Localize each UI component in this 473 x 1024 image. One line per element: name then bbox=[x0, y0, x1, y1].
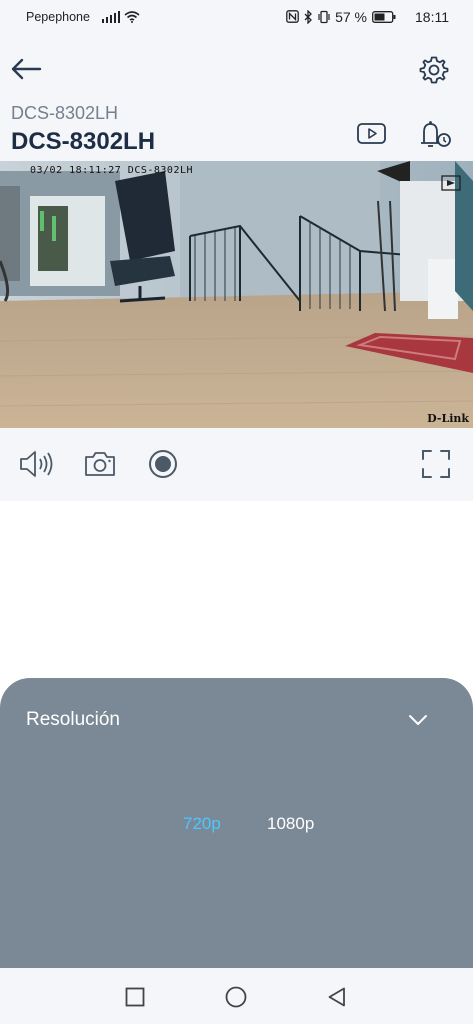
home-icon bbox=[225, 986, 247, 1008]
carrier-name: Pepephone bbox=[26, 9, 90, 24]
battery-icon bbox=[372, 10, 396, 23]
video-timestamp: 03/02 18:11:27 DCS-8302LH bbox=[30, 165, 194, 176]
arrow-left-icon bbox=[11, 58, 42, 80]
recent-apps-button[interactable] bbox=[122, 984, 148, 1010]
recent-apps-icon bbox=[125, 987, 145, 1007]
fullscreen-icon bbox=[422, 450, 450, 478]
back-button[interactable] bbox=[8, 53, 44, 85]
record-icon bbox=[149, 450, 177, 478]
playback-button[interactable] bbox=[356, 119, 388, 147]
resolution-option-720p[interactable]: 720p bbox=[183, 814, 221, 834]
back-triangle-icon bbox=[328, 987, 345, 1007]
nfc-icon bbox=[286, 10, 299, 23]
snapshot-button[interactable] bbox=[81, 445, 119, 483]
bluetooth-icon bbox=[304, 9, 312, 24]
vibrate-icon bbox=[318, 10, 330, 23]
status-bar: Pepephone 57 % 18:11 bbox=[0, 0, 473, 33]
battery-percent: 57 % bbox=[335, 8, 367, 25]
record-button[interactable] bbox=[144, 445, 182, 483]
wifi-icon bbox=[124, 10, 140, 23]
resolution-option-1080p[interactable]: 1080p bbox=[267, 814, 314, 834]
gear-icon bbox=[419, 56, 449, 84]
mute-button[interactable] bbox=[17, 445, 55, 483]
settings-button[interactable] bbox=[416, 53, 452, 87]
collapse-sheet-button[interactable] bbox=[404, 708, 432, 732]
home-button[interactable] bbox=[223, 984, 249, 1010]
resolution-sheet: Resolución 720p 1080p bbox=[0, 678, 473, 968]
device-name: DCS-8302LH bbox=[11, 128, 156, 155]
app-header: DCS-8302LH DCS-8302LH bbox=[0, 33, 473, 161]
video-playback-icon bbox=[357, 123, 386, 144]
camera-scene-image bbox=[0, 161, 473, 428]
signal-icon bbox=[101, 10, 121, 23]
alarm-bell-icon bbox=[421, 121, 451, 147]
device-model: DCS-8302LH bbox=[11, 103, 119, 123]
brand-watermark: D-Link bbox=[427, 412, 469, 425]
live-video-feed[interactable]: 03/02 18:11:27 DCS-8302LH D-Link bbox=[0, 161, 473, 428]
system-nav-bar bbox=[0, 968, 473, 1024]
fullscreen-button[interactable] bbox=[417, 445, 455, 483]
system-back-button[interactable] bbox=[324, 984, 350, 1010]
speaker-icon bbox=[20, 451, 53, 477]
camera-snapshot-icon bbox=[85, 452, 115, 476]
playback-controls bbox=[0, 428, 473, 501]
clock: 18:11 bbox=[415, 8, 449, 25]
chevron-down-icon bbox=[409, 715, 427, 725]
event-alerts-button[interactable] bbox=[418, 119, 454, 149]
sheet-title: Resolución bbox=[26, 709, 120, 730]
